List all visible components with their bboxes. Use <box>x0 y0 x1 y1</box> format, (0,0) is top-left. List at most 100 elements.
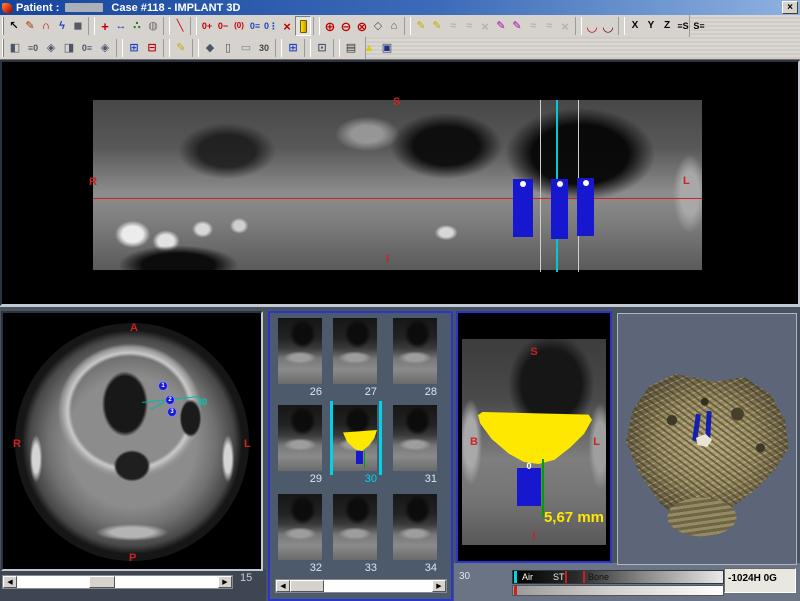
implant-cross-section[interactable] <box>517 468 541 506</box>
print-button[interactable]: ▤ <box>342 38 360 58</box>
measure-tool-button[interactable]: ↔ <box>113 16 129 36</box>
axial-scrollbar[interactable]: ◀ ▶ <box>2 575 233 589</box>
toolbar-grip[interactable] <box>2 39 4 57</box>
axial-view[interactable]: A R L P 1 2 3 30 <box>1 311 263 571</box>
save-button[interactable]: ▣ <box>378 38 396 58</box>
axis-x-button[interactable]: X <box>627 16 643 36</box>
polygon-select-button[interactable]: ◇ <box>370 16 386 36</box>
view-diamond-button[interactable]: ◆ <box>201 38 219 58</box>
mesh-tool-button[interactable]: ◍ <box>145 16 161 36</box>
slice-remove-button[interactable]: ⊟ <box>143 38 161 58</box>
lightning-tool-button[interactable]: ϟ <box>54 16 70 36</box>
curve-tool-1-button[interactable]: ≈ <box>445 16 461 36</box>
window-layout-button[interactable]: ⊡ <box>313 38 331 58</box>
slice-last-button[interactable]: S≡ <box>691 16 707 36</box>
zoom-reset-button[interactable]: ⊗ <box>354 16 370 36</box>
axis-y-button[interactable]: Y <box>643 16 659 36</box>
zoom-out-button[interactable]: ⊖ <box>338 16 354 36</box>
polyline-tool-button[interactable]: ∴ <box>129 16 145 36</box>
angle-needle-tool-button[interactable]: ╲ <box>172 16 188 36</box>
scroll-left-button[interactable]: ◀ <box>276 580 290 592</box>
curve-delete-2-button[interactable]: × <box>557 16 573 36</box>
edit-delete-tool-button[interactable]: ✎ <box>172 38 190 58</box>
profile-pencil-button[interactable]: ✎ <box>429 16 445 36</box>
orientation-anterior: A <box>130 323 138 334</box>
implant-3[interactable] <box>577 178 594 236</box>
grid-scrollbar-thumb[interactable] <box>290 580 324 592</box>
slice-guide-line[interactable] <box>540 100 541 272</box>
slice-thumbnail-30[interactable] <box>333 405 377 471</box>
slice-thumbnail-34[interactable] <box>393 494 437 560</box>
panoramic-ct-image[interactable] <box>93 100 702 270</box>
panoramic-view[interactable]: S R L I <box>0 60 800 306</box>
scroll-left-button[interactable]: ◀ <box>3 576 17 588</box>
axis-z-button[interactable]: Z <box>659 16 675 36</box>
implant-remove-button[interactable]: 0− <box>215 16 231 36</box>
view-panel-button[interactable]: ▯ <box>219 38 237 58</box>
volume-3d-view[interactable] <box>617 313 797 565</box>
arc-tool-button[interactable]: ∩ <box>38 16 54 36</box>
slice-first-button[interactable]: ≡S <box>675 16 691 36</box>
panel-shift-left-button[interactable]: ◧ <box>6 38 24 58</box>
slice-thumbnail-33[interactable] <box>333 494 377 560</box>
sinus-graft-button[interactable]: ◡ <box>584 16 600 36</box>
scroll-right-button[interactable]: ▶ <box>432 580 446 592</box>
slice-pencil-button[interactable]: ✎ <box>413 16 429 36</box>
cross-section-detail-view[interactable]: 0 S B L I 5,67 mm <box>456 311 612 563</box>
axial-level-line[interactable] <box>93 198 702 199</box>
close-button[interactable]: × <box>782 1 798 14</box>
implant-rotate-button[interactable]: (0) <box>231 16 247 36</box>
axial-ct-image[interactable] <box>15 323 249 561</box>
scroll-right-button[interactable]: ▶ <box>218 576 232 588</box>
slices-spread-button[interactable]: ◈ <box>42 38 60 58</box>
slice-thumbnail-32[interactable] <box>278 494 322 560</box>
sinus-graft-delete-button[interactable]: ◡ <box>600 16 616 36</box>
slice-thumbnail-29[interactable] <box>278 405 322 471</box>
curve-tool-2-button[interactable]: ≈ <box>461 16 477 36</box>
implant-delete-button[interactable]: × <box>279 16 295 36</box>
slice-thumbnail-26[interactable] <box>278 318 322 384</box>
app-icon <box>2 3 12 13</box>
toolbar-grip[interactable] <box>2 17 4 35</box>
implant-1[interactable] <box>513 179 533 237</box>
curve-tool-3-button[interactable]: ≈ <box>525 16 541 36</box>
pano-arch-button[interactable]: ⌂ <box>386 16 402 36</box>
panel-shift-right-button[interactable]: ◨ <box>60 38 78 58</box>
implant-marker-3[interactable]: 3 <box>167 407 177 417</box>
slice-pencil-icon: ✎ <box>416 21 425 32</box>
curve-delete-button[interactable]: × <box>477 16 493 36</box>
slice-thumbnail-31[interactable] <box>393 405 437 471</box>
axial-slice-count: 15 <box>240 572 252 584</box>
slice-pencil-2-button[interactable]: ✎ <box>493 16 509 36</box>
slice-thumbnail-28[interactable] <box>393 318 437 384</box>
slice-thumbnail-27[interactable] <box>333 318 377 384</box>
view-rect-button[interactable]: ▭ <box>237 38 255 58</box>
implant-shift-right-button[interactable]: 0≡ <box>78 38 96 58</box>
implant-marker-2[interactable]: 2 <box>165 395 175 405</box>
view-3d-button[interactable]: 30 <box>255 38 273 58</box>
implant-list-button[interactable]: 0≡ <box>247 16 263 36</box>
implant-shift-left-button[interactable]: ≡0 <box>24 38 42 58</box>
zoom-in-button[interactable]: ⊕ <box>322 16 338 36</box>
implant-marker-1[interactable]: 1 <box>158 381 168 391</box>
implant-params-button[interactable]: 0⋮ <box>263 16 279 36</box>
box-3d-tool-button[interactable]: ◼ <box>70 16 86 36</box>
pointer-button[interactable]: ↖ <box>6 16 22 36</box>
density-scale-bar[interactable]: Air ST Bone <box>512 570 724 584</box>
slice-add-button[interactable]: ⊞ <box>125 38 143 58</box>
layout-grid-button[interactable]: ⊞ <box>284 38 302 58</box>
implant-show-button[interactable] <box>295 16 311 36</box>
crosshair-tool-button[interactable]: + <box>97 16 113 36</box>
slice-range-bar-right[interactable] <box>379 401 382 475</box>
profile-pencil-2-button[interactable]: ✎ <box>509 16 525 36</box>
curve-tool-4-button[interactable]: ≈ <box>541 16 557 36</box>
draw-pencil-button[interactable]: ✎ <box>22 16 38 36</box>
slice-range-bar-left[interactable] <box>330 401 333 475</box>
axial-scrollbar-thumb[interactable] <box>89 576 115 588</box>
warning-button[interactable]: ▲ <box>360 38 378 58</box>
slices-collapse-button[interactable]: ◈ <box>96 38 114 58</box>
grid-scrollbar[interactable]: ◀ ▶ <box>275 579 447 593</box>
implant-add-button[interactable]: 0+ <box>199 16 215 36</box>
density-range-bar[interactable] <box>512 585 724 596</box>
implant-2[interactable] <box>551 179 568 239</box>
